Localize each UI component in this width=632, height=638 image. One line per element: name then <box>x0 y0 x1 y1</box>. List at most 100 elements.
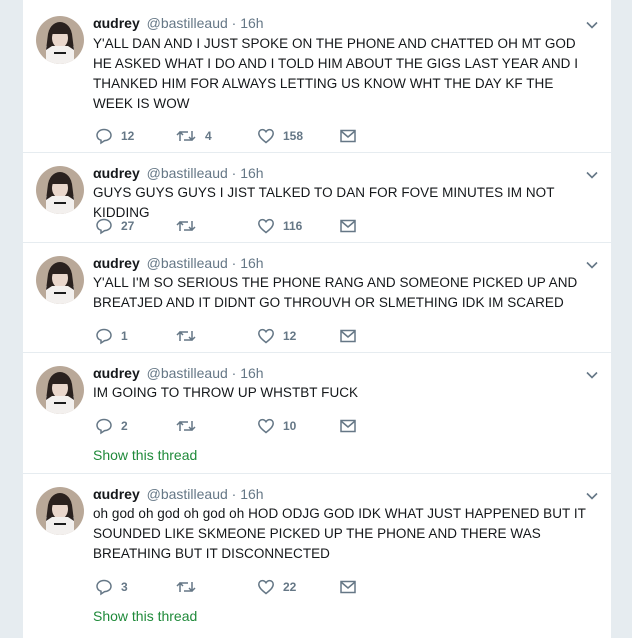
reply-icon <box>96 328 112 345</box>
retweet-count: 4 <box>205 129 212 143</box>
timestamp[interactable]: 16h <box>240 486 263 502</box>
heart-icon <box>258 328 274 344</box>
reply-count: 1 <box>121 329 128 343</box>
show-thread-link[interactable]: Show this thread <box>93 447 197 463</box>
reply-button[interactable]: 3 <box>95 577 128 597</box>
tweet-actions: 27 116 <box>93 216 393 236</box>
heart-icon <box>258 218 274 234</box>
avatar[interactable] <box>36 487 84 535</box>
tweet-text: Y'ALL DAN AND I JUST SPOKE ON THE PHONE … <box>93 36 579 111</box>
envelope-icon <box>340 329 356 343</box>
reply-count: 3 <box>121 580 128 594</box>
like-button[interactable]: 10 <box>257 416 296 436</box>
show-thread-link[interactable]: Show this thread <box>93 608 197 624</box>
tweet-header: αudrey @bastilleaud · 16h <box>93 485 571 503</box>
display-name[interactable]: αudrey <box>93 15 140 31</box>
handle[interactable]: @bastilleaud <box>147 165 228 181</box>
tweet[interactable]: αudrey @bastilleaud · 16h oh god oh god … <box>23 474 611 638</box>
like-button[interactable]: 116 <box>257 216 302 236</box>
tweet-text: Y'ALL I'M SO SERIOUS THE PHONE RANG AND … <box>93 275 578 310</box>
reply-icon <box>96 418 112 435</box>
handle[interactable]: @bastilleaud <box>147 486 228 502</box>
reply-button[interactable]: 1 <box>95 326 128 346</box>
like-count: 158 <box>283 129 304 143</box>
timestamp[interactable]: 16h <box>240 165 263 181</box>
like-button[interactable]: 22 <box>257 577 296 597</box>
timeline: αudrey @bastilleaud · 16h Y'ALL DAN AND … <box>22 0 612 638</box>
dm-button[interactable] <box>339 126 357 146</box>
reply-icon <box>96 128 112 145</box>
tweet-header: αudrey @bastilleaud · 16h <box>93 364 571 382</box>
display-name[interactable]: αudrey <box>93 365 140 381</box>
like-button[interactable]: 12 <box>257 326 296 346</box>
retweet-button[interactable] <box>175 326 205 346</box>
heart-icon <box>258 128 274 144</box>
handle[interactable]: @bastilleaud <box>147 15 228 31</box>
tweet-actions: 1 12 <box>93 326 393 346</box>
retweet-icon <box>176 420 196 432</box>
tweet[interactable]: αudrey @bastilleaud · 16h Y'ALL DAN AND … <box>23 0 611 153</box>
retweet-icon <box>176 581 196 593</box>
chevron-down-icon[interactable] <box>585 18 599 32</box>
chevron-down-icon[interactable] <box>585 168 599 182</box>
reply-button[interactable]: 12 <box>95 126 134 146</box>
chevron-down-icon[interactable] <box>585 368 599 382</box>
display-name[interactable]: αudrey <box>93 255 140 271</box>
dm-button[interactable] <box>339 416 357 436</box>
timestamp[interactable]: 16h <box>240 255 263 271</box>
tweet-actions: 2 10 <box>93 416 393 436</box>
like-count: 12 <box>283 329 297 343</box>
reply-count: 2 <box>121 419 128 433</box>
tweet[interactable]: αudrey @bastilleaud · 16h Y'ALL I'M SO S… <box>23 243 611 353</box>
handle[interactable]: @bastilleaud <box>147 255 228 271</box>
tweet-header: αudrey @bastilleaud · 16h <box>93 254 571 272</box>
reply-icon <box>96 579 112 596</box>
like-count: 10 <box>283 419 297 433</box>
chevron-down-icon[interactable] <box>585 489 599 503</box>
retweet-button[interactable] <box>175 416 205 436</box>
tweet-actions: 12 4 158 <box>93 126 393 146</box>
heart-icon <box>258 418 274 434</box>
avatar[interactable] <box>36 256 84 304</box>
dm-button[interactable] <box>339 326 357 346</box>
display-name[interactable]: αudrey <box>93 486 140 502</box>
tweet-text: IM GOING TO THROW UP WHSTBT FUCK <box>93 385 359 400</box>
dm-button[interactable] <box>339 216 357 236</box>
display-name[interactable]: αudrey <box>93 165 140 181</box>
envelope-icon <box>340 219 356 233</box>
separator-dot: · <box>231 165 237 181</box>
timestamp[interactable]: 16h <box>240 15 263 31</box>
tweet-header: αudrey @bastilleaud · 16h <box>93 14 571 32</box>
chevron-down-icon[interactable] <box>585 258 599 272</box>
avatar[interactable] <box>36 16 84 64</box>
reply-count: 12 <box>121 129 135 143</box>
separator-dot: · <box>231 365 237 381</box>
tweet-header: αudrey @bastilleaud · 16h <box>93 164 571 182</box>
retweet-icon <box>176 220 196 232</box>
retweet-button[interactable]: 4 <box>175 126 212 146</box>
separator-dot: · <box>231 255 237 271</box>
retweet-icon <box>176 330 196 342</box>
retweet-icon <box>176 130 196 142</box>
like-count: 22 <box>283 580 297 594</box>
avatar[interactable] <box>36 166 84 214</box>
tweet-actions: 3 22 <box>93 577 393 597</box>
envelope-icon <box>340 129 356 143</box>
separator-dot: · <box>231 15 237 31</box>
heart-icon <box>258 579 274 595</box>
timestamp[interactable]: 16h <box>240 365 263 381</box>
envelope-icon <box>340 419 356 433</box>
tweet[interactable]: αudrey @bastilleaud · 16h GUYS GUYS GUYS… <box>23 153 611 243</box>
retweet-button[interactable] <box>175 216 205 236</box>
reply-button[interactable]: 2 <box>95 416 128 436</box>
envelope-icon <box>340 580 356 594</box>
dm-button[interactable] <box>339 577 357 597</box>
like-button[interactable]: 158 <box>257 126 303 146</box>
retweet-button[interactable] <box>175 577 205 597</box>
avatar[interactable] <box>36 366 84 414</box>
like-count: 116 <box>283 219 303 233</box>
tweet[interactable]: αudrey @bastilleaud · 16h IM GOING TO TH… <box>23 353 611 474</box>
handle[interactable]: @bastilleaud <box>147 365 228 381</box>
reply-button[interactable]: 27 <box>95 216 134 236</box>
tweet-text: oh god oh god oh god oh HOD ODJG GOD IDK… <box>93 506 586 561</box>
